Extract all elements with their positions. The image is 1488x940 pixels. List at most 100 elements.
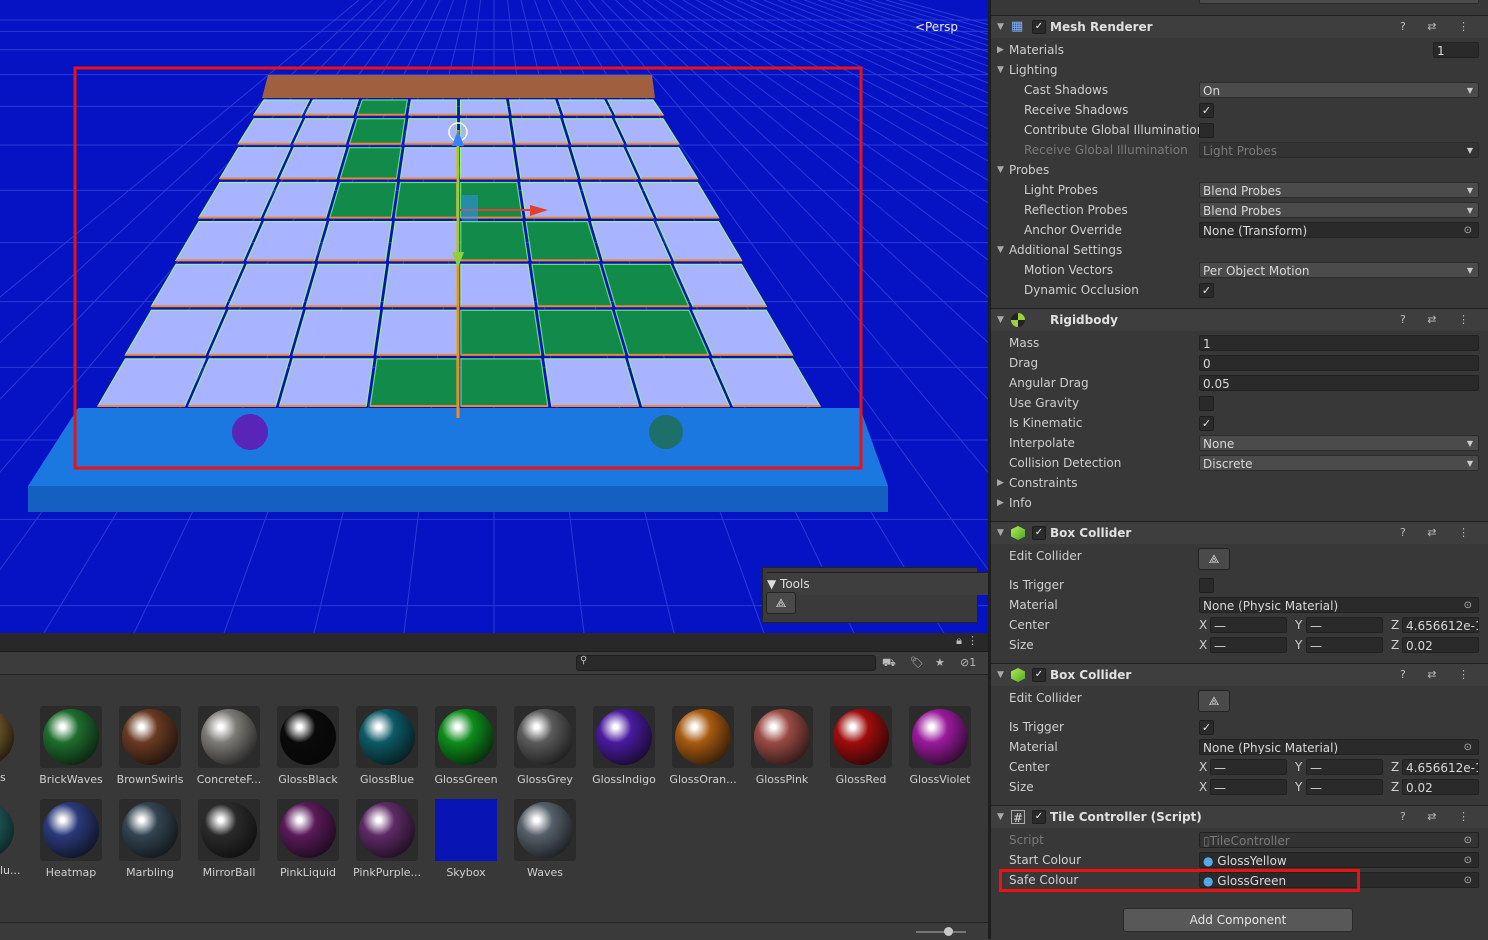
object-picker-icon[interactable]: ⊙ [1464,853,1472,867]
object-picker-icon[interactable]: ⊙ [1464,740,1472,754]
center-2-z-field[interactable]: 4.656612e-10 [1402,759,1479,775]
add-component-button[interactable]: Add Component [1123,908,1353,932]
center-1-y-field[interactable]: — [1306,617,1383,633]
asset-item[interactable]: BrickWaves [31,706,111,786]
additional-settings-foldout[interactable]: ▼ Additional Settings [991,240,1488,260]
mesh-field[interactable] [1199,0,1479,4]
asset-item[interactable]: Waves [505,799,585,879]
tile [317,221,392,261]
size-1-x-field[interactable]: — [1210,637,1287,653]
asset-item[interactable]: GlossRed [821,706,901,786]
motion-vectors-dropdown[interactable]: Per Object Motion ▼ [1199,262,1479,278]
asset-item[interactable]: GlossOran... [663,706,743,786]
scene-view[interactable]: <Persp ▼ Tools ⟁ [0,0,988,633]
cast-shadows-dropdown[interactable]: On ▼ [1199,82,1479,98]
component-menu-icons[interactable]: ? ⇄ ⋮ [1400,522,1478,544]
size-2-z-field[interactable]: 0.02 [1402,779,1479,795]
object-picker-icon[interactable]: ⊙ [1464,598,1472,612]
asset-item[interactable]: GlossPink [742,706,822,786]
lock-icon[interactable]: 🔒︎ [956,634,962,648]
mesh-renderer-header[interactable]: ▼ ▦ ✓ Mesh Renderer ? ⇄ ⋮ [991,15,1488,38]
rigidbody-header[interactable]: ▼ Rigidbody ? ⇄ ⋮ [991,308,1488,331]
object-picker-icon[interactable]: ⊙ [1464,873,1472,887]
component-menu-icons[interactable]: ? ⇄ ⋮ [1400,664,1478,686]
asset-item[interactable]: Heatmap [31,799,111,879]
asset-item[interactable]: GlossIndigo [584,706,664,786]
favorites-star-icon[interactable]: ★ [935,654,945,672]
edit-collider-1-button[interactable]: ⟁ [1198,548,1230,570]
asset-item[interactable]: GlossBlack [268,706,348,786]
material-2-field[interactable]: None (Physic Material) ⊙ [1199,739,1479,755]
contribute-gi-checkbox[interactable] [1199,123,1214,138]
asset-item[interactable]: Marbling [110,799,190,879]
mesh-renderer-enabled-checkbox[interactable]: ✓ [1032,20,1046,34]
size-1-z-field[interactable]: 0.02 [1402,637,1479,653]
component-menu-icons[interactable]: ? ⇄ ⋮ [1400,806,1478,828]
tools-title[interactable]: ▼ Tools [767,572,988,595]
dynamic-occlusion-checkbox[interactable]: ✓ [1199,283,1214,298]
center-1-x-field[interactable]: — [1210,617,1287,633]
more-menu-icon[interactable]: ⋮ [967,634,978,647]
materials-row[interactable]: ▶ Materials 1 [991,40,1488,60]
asset-item[interactable]: Skybox [426,799,506,879]
interpolate-dropdown[interactable]: None ▼ [1199,435,1479,451]
edit-collider-2-button[interactable]: ⟁ [1198,690,1230,712]
constraints-foldout[interactable]: ▶ Constraints [991,473,1488,493]
filter-by-label-icon[interactable]: 🏷︎ [910,654,924,672]
persp-label[interactable]: <Persp [915,20,958,34]
edit-collider-tool-button[interactable]: ⟁ [766,592,796,614]
asset-item[interactable]: PinkPurple... [347,799,427,879]
probes-foldout[interactable]: ▼ Probes [991,160,1488,180]
materials-count-field[interactable]: 1 [1433,42,1479,58]
asset-item[interactable]: GlossGreen [426,706,506,786]
size-2-x-field[interactable]: — [1210,779,1287,795]
tile-controller-enabled-checkbox[interactable]: ✓ [1032,810,1046,824]
size-2-y-field[interactable]: — [1306,779,1383,795]
asset-item[interactable]: PinkLiquid [268,799,348,879]
asset-item[interactable]: GlossViolet [900,706,980,786]
hidden-packages-toggle[interactable]: ⊘1 [960,654,976,672]
info-foldout[interactable]: ▶ Info [991,493,1488,513]
receive-shadows-checkbox[interactable]: ✓ [1199,103,1214,118]
search-input[interactable]: ⚲ [576,655,876,671]
component-menu-icons[interactable]: ? ⇄ ⋮ [1400,16,1478,38]
center-1-z-field[interactable]: 4.656612e-10 [1402,617,1479,633]
light-probes-dropdown[interactable]: Blend Probes ▼ [1199,182,1479,198]
angular-drag-field[interactable]: 0.05 [1199,375,1479,391]
box-collider-1-header[interactable]: ▼ ✓ Box Collider ? ⇄ ⋮ [991,521,1488,544]
filter-by-type-icon[interactable]: ⛟ [882,654,896,672]
use-gravity-checkbox[interactable] [1199,396,1214,411]
zoom-slider-handle[interactable] [944,927,953,936]
anchor-override-field[interactable]: None (Transform) ⊙ [1199,222,1479,238]
mass-field[interactable]: 1 [1199,335,1479,351]
collision-detection-dropdown[interactable]: Discrete ▼ [1199,455,1479,471]
box-collider-2-enabled-checkbox[interactable]: ✓ [1032,668,1046,682]
material-1-field[interactable]: None (Physic Material) ⊙ [1199,597,1479,613]
asset-item[interactable]: BrownSwirls [110,706,190,786]
center-2-x-field[interactable]: — [1210,759,1287,775]
box-collider-2-header[interactable]: ▼ ✓ Box Collider ? ⇄ ⋮ [991,663,1488,686]
is-kinematic-checkbox[interactable]: ✓ [1199,416,1214,431]
tile [96,358,207,407]
asset-item[interactable]: GlossBlue [347,706,427,786]
asset-partial-2[interactable] [0,799,20,861]
center-2-y-field[interactable]: — [1306,759,1383,775]
asset-item[interactable]: GlossGrey [505,706,585,786]
scene-canvas[interactable] [0,0,988,633]
start-colour-field[interactable]: ● GlossYellow ⊙ [1199,852,1479,868]
asset-item[interactable]: ConcreteF... [189,706,269,786]
is-trigger-1-checkbox[interactable] [1199,578,1214,593]
is-trigger-2-checkbox[interactable]: ✓ [1199,720,1214,735]
lighting-foldout[interactable]: ▼ Lighting [991,60,1488,80]
asset-item[interactable]: MirrorBall [189,799,269,879]
size-1-y-field[interactable]: — [1306,637,1383,653]
sphere-purple [232,414,268,450]
zoom-slider-track[interactable] [916,931,966,933]
component-menu-icons[interactable]: ? ⇄ ⋮ [1400,309,1478,331]
asset-partial-1[interactable] [0,706,20,768]
box-collider-1-enabled-checkbox[interactable]: ✓ [1032,526,1046,540]
drag-field[interactable]: 0 [1199,355,1479,371]
reflection-probes-dropdown[interactable]: Blend Probes ▼ [1199,202,1479,218]
tile-controller-header[interactable]: ▼ # ✓ Tile Controller (Script) ? ⇄ ⋮ [991,805,1488,828]
object-picker-icon[interactable]: ⊙ [1464,223,1472,237]
